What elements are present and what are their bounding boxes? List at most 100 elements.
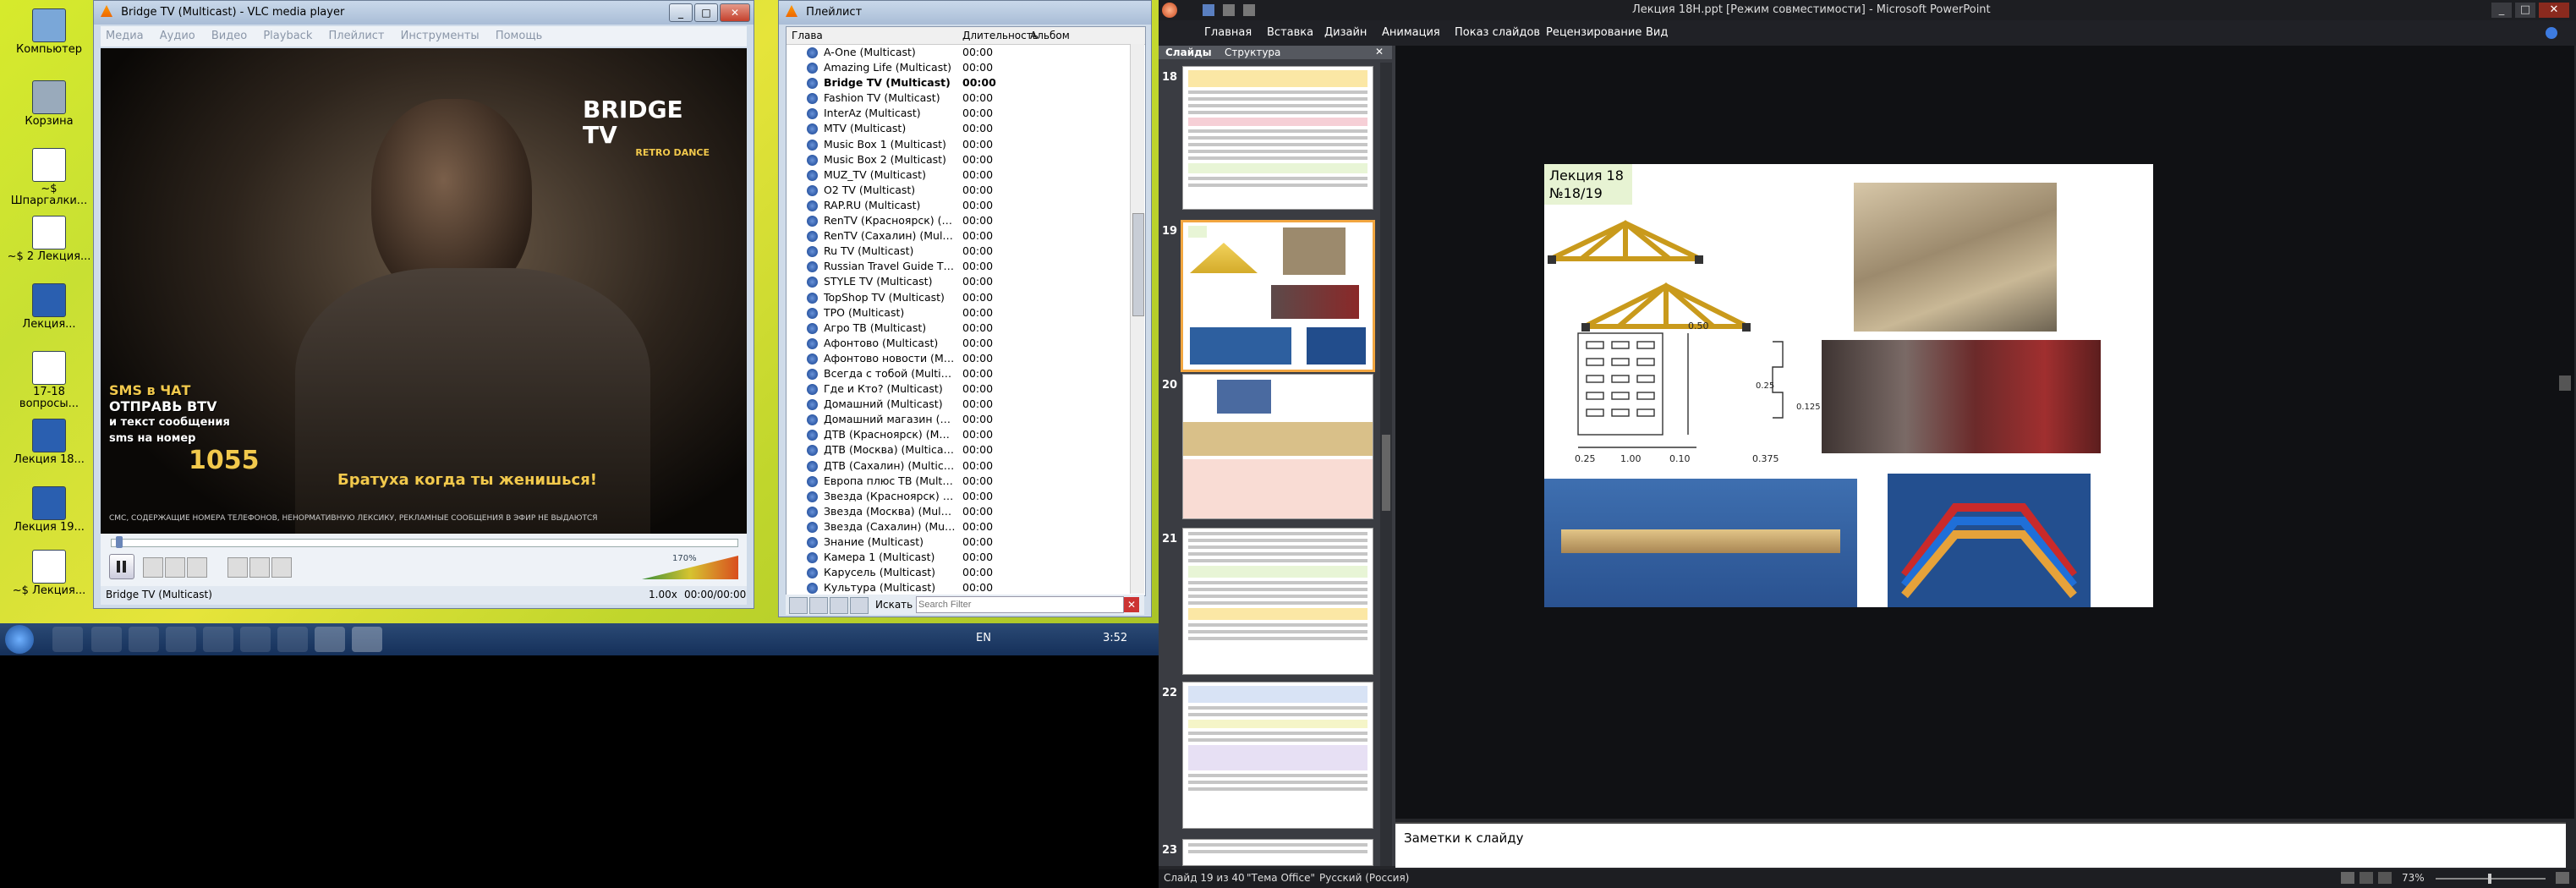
playlist-item[interactable]: Ru TV (Multicast) 00:00: [787, 244, 1145, 259]
playlist-item[interactable]: Агро ТВ (Multicast) 00:00: [787, 321, 1145, 336]
zoom-slider-handle[interactable]: [2488, 874, 2491, 884]
seek-bar[interactable]: [111, 539, 738, 547]
slide-thumbnail-selected[interactable]: [1181, 220, 1375, 372]
previous-button[interactable]: [143, 557, 163, 578]
playlist-item[interactable]: Russian Travel Guide TV (... 00:00: [787, 259, 1145, 274]
help-icon[interactable]: [2546, 27, 2557, 39]
notes-pane[interactable]: Заметки к слайду: [1395, 822, 2566, 868]
playlist-item[interactable]: Music Box 1 (Multicast) 00:00: [787, 137, 1145, 152]
slide-thumbnail[interactable]: [1182, 682, 1373, 829]
playlist-titlebar[interactable]: Плейлист: [779, 1, 1151, 25]
playlist-item[interactable]: Music Box 2 (Multicast) 00:00: [787, 152, 1145, 167]
slides-scrollbar[interactable]: [1380, 63, 1392, 866]
desktop-icon-file[interactable]: 17-18 вопросы...: [7, 351, 91, 410]
play-pause-button[interactable]: [109, 554, 134, 579]
desktop-icon-file[interactable]: Лекция 18...: [7, 419, 91, 466]
menu-media[interactable]: Медиа: [106, 30, 144, 42]
playlist-item[interactable]: RenTV (Сахалин) (Multica... 00:00: [787, 228, 1145, 244]
playlist-item[interactable]: Афонтово (Multicast) 00:00: [787, 336, 1145, 351]
menu-playback[interactable]: Playback: [263, 30, 312, 42]
playlist-item[interactable]: Европа плюс ТВ (Multicast) 00:00: [787, 474, 1145, 489]
tab-view[interactable]: Вид: [1646, 26, 1668, 39]
fullscreen-button[interactable]: [227, 557, 248, 578]
slide-canvas[interactable]: Лекция 18 №18/19 0.50 0.25 1.00 0.10 0.3…: [1544, 164, 2153, 607]
slide-thumbnail[interactable]: [1182, 374, 1373, 519]
menu-tools[interactable]: Инструменты: [401, 30, 480, 42]
playlist-item[interactable]: RAP.RU (Multicast) 00:00: [787, 198, 1145, 213]
add-icon[interactable]: [789, 597, 808, 614]
tab-outline[interactable]: Структура: [1225, 47, 1280, 58]
playlist-item[interactable]: Звезда (Сахалин) (Multic... 00:00: [787, 519, 1145, 534]
normal-view-icon[interactable]: [2341, 872, 2354, 884]
tab-design[interactable]: Дизайн: [1324, 26, 1367, 39]
desktop-icon-file[interactable]: ~$ 2 Лекция...: [7, 216, 91, 263]
menu-help[interactable]: Помощь: [496, 30, 542, 42]
taskbar-app-folder[interactable]: [166, 627, 196, 652]
redo-icon[interactable]: [1243, 4, 1255, 16]
options-icon[interactable]: [850, 597, 869, 614]
playlist-item[interactable]: Звезда (Москва) (Multicast) 00:00: [787, 504, 1145, 519]
slide-sorter-icon[interactable]: [2360, 872, 2373, 884]
playlist-item[interactable]: A-One (Multicast) 00:00: [787, 45, 1145, 60]
maximize-button[interactable]: □: [2515, 3, 2535, 18]
close-button[interactable]: ✕: [720, 3, 750, 22]
playback-speed[interactable]: 1.00x: [649, 589, 677, 600]
close-panel-icon[interactable]: ✕: [1375, 46, 1384, 58]
playlist-toggle-button[interactable]: [271, 557, 292, 578]
fit-window-icon[interactable]: [2556, 872, 2569, 884]
playlist-item[interactable]: Fashion TV (Multicast) 00:00: [787, 90, 1145, 106]
slide-thumbnail[interactable]: [1182, 839, 1373, 866]
tab-home[interactable]: Главная: [1204, 26, 1252, 39]
playlist-item[interactable]: STYLE TV (Multicast) 00:00: [787, 274, 1145, 289]
taskbar-app-word[interactable]: [315, 627, 345, 652]
playlist-item[interactable]: RenTV (Красноярск) (Mul... 00:00: [787, 213, 1145, 228]
tab-slideshow[interactable]: Показ слайдов: [1455, 26, 1540, 39]
sort-icon[interactable]: [830, 597, 848, 614]
office-button[interactable]: [1162, 3, 1177, 18]
playlist-item[interactable]: TopShop TV (Multicast) 00:00: [787, 290, 1145, 305]
tab-animation[interactable]: Анимация: [1382, 26, 1440, 39]
photo-plates-stack[interactable]: [1854, 183, 2057, 332]
vlc-titlebar[interactable]: Bridge TV (Multicast) - VLC media player: [94, 1, 754, 25]
playlist-item[interactable]: Знание (Multicast) 00:00: [787, 534, 1145, 550]
stop-button[interactable]: [165, 557, 185, 578]
playlist-item[interactable]: Где и Кто? (Multicast) 00:00: [787, 381, 1145, 397]
minimize-button[interactable]: _: [2491, 3, 2512, 18]
ppt-titlebar[interactable]: Лекция 18Н.ppt [Режим совместимости] - M…: [1159, 0, 2576, 20]
save-icon[interactable]: [1203, 4, 1214, 16]
slide-label-box[interactable]: Лекция 18 №18/19: [1544, 164, 1632, 205]
desktop-icon-recycle-bin[interactable]: Корзина: [7, 80, 91, 128]
tab-review[interactable]: Рецензирование: [1546, 26, 1642, 39]
slide-thumbnail[interactable]: [1182, 66, 1373, 210]
playlist-item[interactable]: Amazing Life (Multicast) 00:00: [787, 60, 1145, 75]
minimize-button[interactable]: _: [669, 3, 693, 22]
playlist-item[interactable]: MTV (Multicast) 00:00: [787, 121, 1145, 136]
photo-connector-plates[interactable]: [1822, 340, 2101, 453]
tab-slides[interactable]: Слайды: [1165, 47, 1212, 58]
seek-handle[interactable]: [116, 536, 123, 548]
menu-playlist[interactable]: Плейлист: [329, 30, 385, 42]
playlist-item[interactable]: ДТВ (Красноярск) (Multic... 00:00: [787, 427, 1145, 442]
taskbar-app-opera[interactable]: [240, 627, 271, 652]
playlist-item[interactable]: ДТВ (Москва) (Multicast) 00:00: [787, 442, 1145, 458]
scrollbar-thumb[interactable]: [1382, 435, 1390, 511]
clear-search-icon[interactable]: ✕: [1124, 597, 1139, 612]
taskbar-app-explorer[interactable]: [52, 627, 83, 652]
tab-insert[interactable]: Вставка: [1267, 26, 1313, 39]
playlist-item[interactable]: Bridge TV (Multicast) 00:00: [787, 75, 1145, 90]
desktop-icon-file[interactable]: ~$ Лекция...: [7, 550, 91, 597]
status-language[interactable]: Русский (Россия): [1319, 872, 1409, 884]
scrollbar-thumb[interactable]: [1132, 213, 1144, 316]
taskbar-app-media[interactable]: [129, 627, 159, 652]
column-album[interactable]: Альбом: [1030, 30, 1070, 41]
taskbar-app-firefox[interactable]: [91, 627, 122, 652]
list-view-icon[interactable]: [809, 597, 828, 614]
maximize-button[interactable]: □: [694, 3, 718, 22]
video-area[interactable]: BRIDGE TV RETRO DANCE SMS в ЧАТ ОТПРАВЬ …: [101, 48, 747, 534]
taskbar-app-torrent[interactable]: [203, 627, 233, 652]
playlist-scrollbar[interactable]: [1130, 44, 1144, 594]
playlist-item[interactable]: Звезда (Красноярск) (Mul... 00:00: [787, 489, 1145, 504]
playlist-list[interactable]: Глава Длительность Альбом A-One (Multica…: [786, 26, 1146, 596]
slideshow-icon[interactable]: [2378, 872, 2392, 884]
clock[interactable]: 3:52: [1103, 632, 1127, 644]
